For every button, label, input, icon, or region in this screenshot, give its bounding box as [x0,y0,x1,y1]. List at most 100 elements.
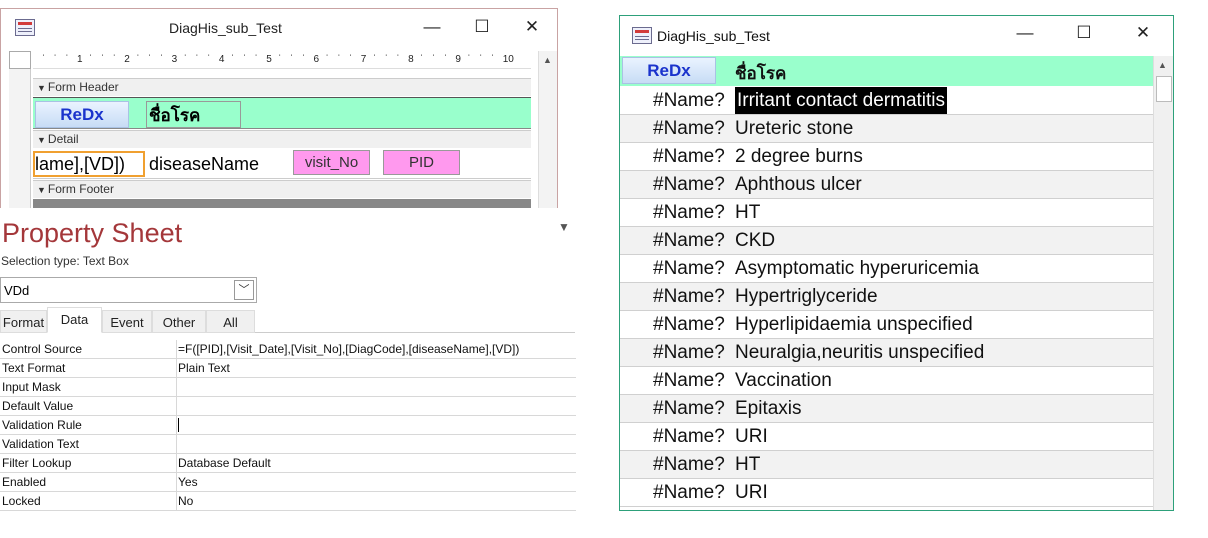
name-error-cell[interactable]: #Name? [653,479,725,506]
list-item[interactable]: #Name? Vaccination [620,367,1153,395]
property-value[interactable]: =F([PID],[Visit_Date],[Visit_No],[DiagCo… [178,340,519,358]
disease-cell[interactable]: Epitaxis [735,395,802,422]
list-item[interactable]: #Name? 2 degree burns [620,143,1153,171]
disease-cell[interactable]: Aphthous ulcer [735,171,862,198]
list-item[interactable]: #Name? CKD [620,227,1153,255]
vd-expression-textbox[interactable]: lame],[VD]) [33,151,145,177]
name-error-cell[interactable]: #Name? [653,311,725,338]
property-value[interactable]: Yes [178,473,198,491]
name-error-cell[interactable]: #Name? [653,171,725,198]
tab-data[interactable]: Data [47,307,102,333]
control-selector-combo[interactable]: VDd ﹀ [0,277,257,303]
close-button[interactable]: ✕ [517,15,547,39]
form-header-bar[interactable]: ▼ Form Header [33,78,531,96]
maximize-button[interactable]: ☐ [1069,21,1099,45]
form-selector[interactable] [9,51,31,69]
selection-type: Selection type: Text Box [1,254,129,268]
name-error-cell[interactable]: #Name? [653,423,725,450]
redx-button[interactable]: ReDx [622,57,716,84]
scroll-up-icon[interactable]: ▲ [1158,60,1167,70]
disease-cell[interactable]: Hyperlipidaemia unspecified [735,311,973,338]
disease-cell[interactable]: Hypertriglyceride [735,283,878,310]
property-row[interactable]: Filter Lookup Database Default [0,454,576,473]
property-value[interactable]: Database Default [178,454,271,472]
list-item[interactable]: #Name? Ureteric stone [620,115,1153,143]
ruler-tick: ˈ [112,54,116,65]
name-error-cell[interactable]: #Name? [653,115,725,142]
list-item[interactable]: #Name? HT [620,451,1153,479]
disease-cell[interactable]: Irritant contact dermatitis [735,87,948,114]
disease-header-label[interactable]: ชื่อโรค [146,101,241,128]
property-sheet-menu-icon[interactable]: ▼ [558,220,570,234]
list-item[interactable]: #Name? HT [620,199,1153,227]
list-item[interactable]: #Name? Epitaxis [620,395,1153,423]
property-row[interactable]: Validation Text [0,435,576,454]
list-item[interactable]: #Name? Aphthous ulcer [620,171,1153,199]
property-row[interactable]: Validation Rule [0,416,576,435]
ruler-number: 3 [171,54,178,65]
scroll-thumb[interactable] [1156,76,1172,102]
disease-cell[interactable]: Vaccination [735,367,832,394]
disease-cell[interactable]: HT [735,199,760,226]
chevron-down-icon[interactable]: ﹀ [234,280,254,300]
list-item[interactable]: #Name? Hyperlipidaemia unspecified [620,311,1153,339]
property-row[interactable]: Input Mask [0,378,576,397]
disease-name-textbox[interactable]: diseaseName [149,151,287,177]
name-error-cell[interactable]: #Name? [653,339,725,366]
tab-format[interactable]: Format [0,310,47,333]
property-value[interactable]: Plain Text [178,359,230,377]
design-vertical-scrollbar[interactable]: ▲ [538,51,557,208]
name-error-cell[interactable]: #Name? [653,451,725,478]
name-error-cell[interactable]: #Name? [653,255,725,282]
close-button[interactable]: ✕ [1128,21,1158,45]
name-error-cell[interactable]: #Name? [653,143,725,170]
name-error-cell[interactable]: #Name? [653,283,725,310]
disease-cell[interactable]: Neuralgia,neuritis unspecified [735,339,984,366]
scroll-up-icon[interactable]: ▲ [543,55,552,65]
disease-cell[interactable]: Asymptomatic hyperuricemia [735,255,979,282]
ruler-number: 1 [77,54,83,65]
name-error-cell[interactable]: #Name? [653,367,725,394]
section-arrow-icon: ▼ [37,185,46,195]
property-key: Locked [1,492,177,511]
maximize-button[interactable]: ☐ [467,15,497,39]
list-item[interactable]: #Name? Hypertriglyceride [620,283,1153,311]
property-row[interactable]: Text Format Plain Text [0,359,576,378]
tab-event[interactable]: Event [102,310,152,333]
list-item[interactable]: #Name? URI [620,423,1153,451]
visit-no-textbox[interactable]: visit_No [293,150,370,175]
name-error-cell[interactable]: #Name? [653,395,725,422]
ruler-number: 6 [313,54,320,65]
detail-bar[interactable]: ▼ Detail [33,130,531,148]
form-footer-bar[interactable]: ▼ Form Footer [33,180,531,198]
pid-textbox[interactable]: PID [383,150,460,175]
disease-cell[interactable]: HT [735,451,760,478]
tab-all[interactable]: All [206,310,255,333]
disease-cell[interactable]: 2 degree burns [735,143,863,170]
property-row[interactable]: Locked No [0,492,576,511]
disease-cell[interactable]: URI [735,423,768,450]
disease-cell[interactable]: URI [735,479,768,506]
name-error-cell[interactable]: #Name? [653,87,725,114]
minimize-button[interactable]: — [1010,21,1040,45]
disease-cell[interactable]: CKD [735,227,775,254]
form-vertical-scrollbar[interactable]: ▲ [1153,56,1173,510]
tab-other[interactable]: Other [152,310,206,333]
list-item[interactable]: #Name? Irritant contact dermatitis [620,87,1153,115]
ruler-tick: ˈ [325,54,329,65]
name-error-cell[interactable]: #Name? [653,227,725,254]
redx-button-design[interactable]: ReDx [35,101,129,128]
property-value-cursor[interactable] [178,418,179,432]
disease-cell[interactable]: Ureteric stone [735,115,853,142]
property-value[interactable]: No [178,492,193,510]
ruler-tick: ˈ [278,54,282,65]
list-item[interactable]: #Name? URI [620,479,1153,507]
property-row[interactable]: Control Source =F([PID],[Visit_Date],[Vis… [0,340,576,359]
minimize-button[interactable]: — [417,15,447,39]
name-error-cell[interactable]: #Name? [653,199,725,226]
list-item[interactable]: #Name? Neuralgia,neuritis unspecified [620,339,1153,367]
property-row[interactable]: Enabled Yes [0,473,576,492]
ruler-number: 7 [360,54,367,65]
property-row[interactable]: Default Value [0,397,576,416]
list-item[interactable]: #Name? Asymptomatic hyperuricemia [620,255,1153,283]
